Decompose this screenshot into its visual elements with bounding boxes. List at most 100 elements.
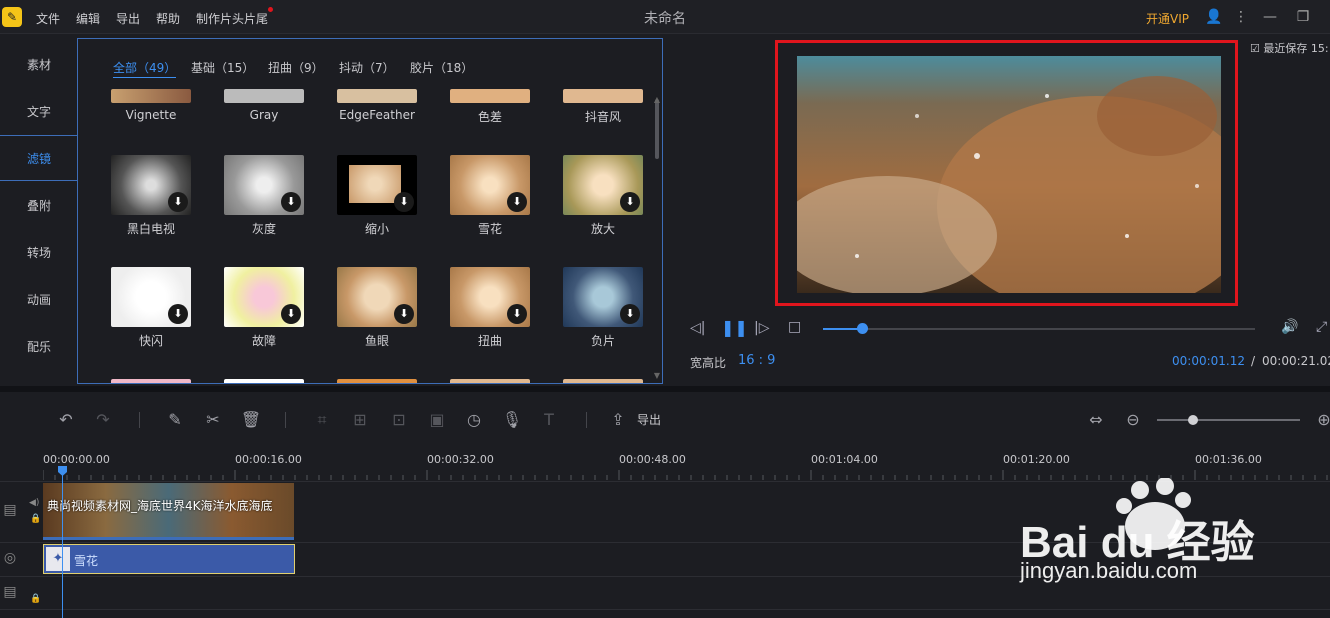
edit-icon[interactable]: ✎	[164, 409, 186, 431]
download-icon[interactable]: ⬇	[620, 304, 640, 324]
fullscreen-icon[interactable]: ⤢	[1316, 319, 1327, 335]
menu-make-intro[interactable]: 制作片头片尾	[196, 10, 268, 27]
preview-video[interactable]	[777, 56, 1257, 316]
time-separator: /	[1251, 354, 1256, 368]
filter-thumb-distort[interactable]: ⬇	[450, 267, 530, 327]
time-current: 00:00:01.12	[1172, 354, 1245, 368]
undo-icon[interactable]: ↶	[55, 409, 77, 431]
user-icon[interactable]: 👤	[1203, 6, 1225, 28]
filter-clip[interactable]: ✦ 雪花	[43, 544, 295, 574]
tab-film[interactable]: 胶片（18）	[410, 59, 473, 76]
filter-thumb-chromatic[interactable]	[450, 89, 530, 103]
next-frame-icon[interactable]: |▷	[754, 320, 769, 336]
download-icon[interactable]: ⬇	[507, 192, 527, 212]
filter-thumb-partial[interactable]	[450, 379, 530, 383]
filter-thumb-edgefeather[interactable]	[337, 89, 417, 103]
ruler-label: 00:00:32.00	[427, 453, 494, 466]
menu-edit[interactable]: 编辑	[76, 10, 100, 27]
progress-knob[interactable]	[856, 323, 868, 334]
zoom-slider-knob[interactable]	[1187, 415, 1198, 425]
mosaic-icon[interactable]: ⊡	[388, 409, 410, 431]
download-icon[interactable]: ⬇	[281, 304, 301, 324]
delete-icon[interactable]: 🗑	[240, 409, 262, 431]
playhead[interactable]	[62, 466, 63, 618]
filter-thumb-partial[interactable]	[224, 379, 304, 383]
tab-all[interactable]: 全部（49）	[113, 59, 177, 78]
menu-help[interactable]: 帮助	[156, 10, 180, 27]
filter-thumb-grayscale[interactable]: ⬇	[224, 155, 304, 215]
record-voice-icon[interactable]: 🎙	[501, 409, 523, 431]
lock-icon[interactable]: 🔒	[30, 514, 41, 524]
lock-icon[interactable]: 🔒	[30, 594, 41, 604]
tab-distort[interactable]: 扭曲（9）	[268, 59, 324, 76]
nav-overlay[interactable]: 叠附	[0, 183, 78, 229]
tab-basic[interactable]: 基础（15）	[191, 59, 254, 76]
crop-icon[interactable]: ⌗	[311, 409, 333, 431]
freeze-icon[interactable]: ▣	[426, 409, 448, 431]
filter-thumb-vignette[interactable]	[111, 89, 191, 103]
tab-shake[interactable]: 抖动（7）	[339, 59, 395, 76]
zoom-out-icon[interactable]: ⊖	[1122, 409, 1144, 431]
nav-filters[interactable]: 滤镜	[0, 135, 78, 181]
split-icon[interactable]: ✂	[202, 409, 224, 431]
nav-transitions[interactable]: 转场	[0, 230, 78, 276]
fit-timeline-icon[interactable]: ⇔	[1085, 409, 1107, 431]
nav-music[interactable]: 配乐	[0, 324, 78, 370]
track-separator	[0, 609, 1330, 610]
filter-thumb-douyin[interactable]	[563, 89, 643, 103]
vip-button[interactable]: 开通VIP	[1146, 10, 1189, 27]
download-icon[interactable]: ⬇	[168, 192, 188, 212]
pause-icon[interactable]: ❚❚	[721, 318, 748, 337]
filter-thumb-partial[interactable]	[563, 379, 643, 383]
export-button[interactable]: 导出	[637, 411, 661, 428]
more-menu-icon[interactable]: ⋮	[1230, 6, 1252, 28]
resize-icon[interactable]: ⊞	[349, 409, 371, 431]
mute-icon[interactable]: ◀)	[29, 498, 39, 508]
filter-thumb-glitch[interactable]: ⬇	[224, 267, 304, 327]
text-to-speech-icon[interactable]: T	[538, 409, 560, 431]
download-icon[interactable]: ⬇	[507, 304, 527, 324]
scroll-down-icon[interactable]: ▼	[654, 371, 660, 380]
aspect-ratio-label: 宽高比	[690, 356, 727, 370]
filter-thumb-shrink[interactable]: ⬇	[337, 155, 417, 215]
filter-thumb-partial[interactable]	[337, 379, 417, 383]
filter-label: 雪花	[477, 222, 502, 236]
nav-media[interactable]: 素材	[0, 42, 78, 88]
download-icon[interactable]: ⬇	[168, 304, 188, 324]
nav-text[interactable]: 文字	[0, 89, 78, 135]
filter-thumb-zoom[interactable]: ⬇	[563, 155, 643, 215]
zoom-in-icon[interactable]: ⊕	[1313, 409, 1330, 431]
aspect-ratio-value[interactable]: 16 : 9	[738, 353, 775, 368]
download-icon[interactable]: ⬇	[620, 192, 640, 212]
ruler-label: 00:00:48.00	[619, 453, 686, 466]
download-icon[interactable]: ⬇	[281, 192, 301, 212]
export-icon[interactable]: ⇪	[607, 409, 629, 431]
prev-frame-icon[interactable]: ◁|	[690, 320, 705, 336]
speed-icon[interactable]: ◷	[463, 409, 485, 431]
filter-thumb-fisheye[interactable]: ⬇	[337, 267, 417, 327]
stop-icon[interactable]: □	[788, 319, 801, 335]
restore-icon[interactable]: ❐	[1292, 6, 1314, 28]
filter-thumb-gray[interactable]	[224, 89, 304, 103]
volume-icon[interactable]: 🔊	[1281, 319, 1298, 335]
redo-icon[interactable]: ↷	[92, 409, 114, 431]
filter-thumb-negative[interactable]: ⬇	[563, 267, 643, 327]
progress-track[interactable]	[823, 328, 1255, 330]
filter-thumb-bw-tv[interactable]: ⬇	[111, 155, 191, 215]
menu-export[interactable]: 导出	[116, 10, 140, 27]
minimize-icon[interactable]: —	[1259, 6, 1281, 28]
zoom-slider[interactable]	[1157, 419, 1300, 421]
download-icon[interactable]: ⬇	[394, 304, 414, 324]
video-clip[interactable]: 典尚视频素材网_海底世界4K海洋水底海底	[43, 483, 294, 540]
nav-animation[interactable]: 动画	[0, 277, 78, 323]
download-icon[interactable]: ⬇	[394, 192, 414, 212]
scroll-up-icon[interactable]: ▲	[654, 95, 660, 104]
filter-thumb-snow[interactable]: ⬇	[450, 155, 530, 215]
filter-thumb-flash[interactable]: ⬇	[111, 267, 191, 327]
filter-thumb-partial[interactable]	[111, 379, 191, 383]
menu-file[interactable]: 文件	[36, 10, 60, 27]
notification-dot	[268, 7, 273, 12]
filter-scrollbar[interactable]	[655, 99, 659, 159]
toolbar-divider	[139, 412, 140, 428]
filter-label: 扭曲	[477, 334, 502, 348]
